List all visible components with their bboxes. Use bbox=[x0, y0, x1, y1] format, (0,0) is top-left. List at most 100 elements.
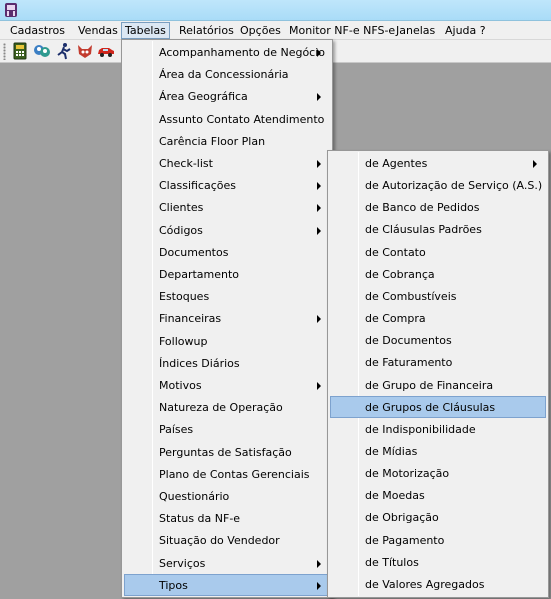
tipos-item-de-clausulas-padroes[interactable]: de Cláusulas Padrões bbox=[330, 218, 546, 240]
tabelas-item-financeiras[interactable]: Financeiras bbox=[124, 307, 330, 329]
tabelas-item-area-da-concessionaria[interactable]: Área da Concessionária bbox=[124, 63, 330, 85]
tabelas-item-paises[interactable]: Países bbox=[124, 418, 330, 440]
tipos-item-de-faturamento[interactable]: de Faturamento bbox=[330, 351, 546, 373]
tabelas-item-documentos[interactable]: Documentos bbox=[124, 241, 330, 263]
tabelas-item-followup[interactable]: Followup bbox=[124, 330, 330, 352]
menu-item-label: Documentos bbox=[159, 245, 229, 259]
tipos-item-de-moedas[interactable]: de Moedas bbox=[330, 484, 546, 506]
menu-item-label: Área Geográfica bbox=[159, 90, 248, 104]
tipos-item-de-titulos[interactable]: de Títulos bbox=[330, 551, 546, 573]
menu-item-label: Serviços bbox=[159, 556, 206, 570]
submenu-arrow-icon bbox=[317, 49, 321, 57]
tipos-item-de-grupo-de-financeira[interactable]: de Grupo de Financeira bbox=[330, 374, 546, 396]
tabelas-item-check-list[interactable]: Check-list bbox=[124, 152, 330, 174]
menu-item-label: Financeiras bbox=[159, 312, 222, 326]
submenu-arrow-icon bbox=[317, 160, 321, 168]
tabelas-item-natureza-de-operacao[interactable]: Natureza de Operação bbox=[124, 396, 330, 418]
tabelas-item-motivos[interactable]: Motivos bbox=[124, 374, 330, 396]
menu-item-label: de Faturamento bbox=[365, 356, 453, 370]
menu-item-label: de Combustíveis bbox=[365, 289, 457, 303]
toolbar-grip[interactable] bbox=[3, 43, 6, 60]
menu-item-label: de Autorização de Serviço (A.S.) bbox=[365, 179, 543, 193]
tipos-item-de-grupos-de-clausulas[interactable]: de Grupos de Cláusulas bbox=[330, 395, 546, 418]
menu-item-label: Códigos bbox=[159, 223, 203, 237]
tabelas-item-assunto-contato-atendimento[interactable]: Assunto Contato Atendimento bbox=[124, 108, 330, 130]
submenu-arrow-icon bbox=[317, 93, 321, 102]
tabelas-item-clientes[interactable]: Clientes bbox=[124, 196, 330, 218]
tipos-item-de-combustiveis[interactable]: de Combustíveis bbox=[330, 285, 546, 307]
tipos-item-de-obrigacao[interactable]: de Obrigação bbox=[330, 506, 546, 528]
menu-item-label: Followup bbox=[159, 334, 208, 348]
tabelas-item-classificacoes[interactable]: Classificações bbox=[124, 174, 330, 196]
menu-item-label: de Cláusulas Padrões bbox=[365, 223, 482, 237]
menu-item-label: Estoques bbox=[159, 290, 210, 304]
menu-item-label: de Moedas bbox=[365, 489, 425, 503]
submenu-arrow-icon bbox=[317, 204, 321, 213]
tipos-item-de-pagamento[interactable]: de Pagamento bbox=[330, 529, 546, 551]
running-man-icon[interactable] bbox=[55, 42, 73, 60]
tabelas-item-acompanhamento-de-negocio[interactable]: Acompanhamento de Negócio bbox=[124, 41, 330, 63]
menu-vendas[interactable]: Vendas bbox=[74, 22, 122, 39]
tabelas-item-departamento[interactable]: Departamento bbox=[124, 263, 330, 285]
menu-item-label: Área da Concessionária bbox=[159, 68, 289, 82]
menu-relatorios[interactable]: Relatórios bbox=[175, 22, 238, 39]
mascot-icon[interactable] bbox=[76, 42, 94, 60]
tabelas-item-plano-de-contas-gerenciais[interactable]: Plano de Contas Gerenciais bbox=[124, 463, 330, 485]
tabelas-item-area-geografica[interactable]: Área Geográfica bbox=[124, 85, 330, 107]
menu-opcoes[interactable]: Opções bbox=[236, 22, 285, 39]
menu-item-label: de Grupos de Cláusulas bbox=[365, 400, 496, 414]
tipos-item-de-autorizacao-de-servico-a-s[interactable]: de Autorização de Serviço (A.S.) bbox=[330, 174, 546, 196]
menu-item-label: Índices Diários bbox=[159, 356, 240, 370]
tabelas-item-questionario[interactable]: Questionário bbox=[124, 485, 330, 507]
tabelas-item-tipos[interactable]: Tipos bbox=[124, 573, 330, 596]
menu-item-label: Assunto Contato Atendimento bbox=[159, 112, 325, 126]
menu-item-label: Questionário bbox=[159, 490, 230, 503]
tipos-item-de-valores-agregados[interactable]: de Valores Agregados bbox=[330, 573, 546, 595]
tipos-item-de-compra[interactable]: de Compra bbox=[330, 307, 546, 329]
app-icon[interactable] bbox=[4, 2, 18, 18]
calculator-icon[interactable] bbox=[11, 42, 29, 60]
tipos-item-de-indisponibilidade[interactable]: de Indisponibilidade bbox=[330, 418, 546, 440]
tipos-item-de-midias[interactable]: de Mídias bbox=[330, 440, 546, 462]
menu-item-label: de Motorização bbox=[365, 467, 450, 481]
menu-item-label: Clientes bbox=[159, 201, 204, 215]
tabelas-item-carencia-floor-plan[interactable]: Carência Floor Plan bbox=[124, 130, 330, 152]
tipos-item-de-agentes[interactable]: de Agentes bbox=[330, 152, 546, 174]
menu-monitor-nfe[interactable]: Monitor NF-e NFS-e bbox=[285, 22, 399, 39]
menu-item-label: de Títulos bbox=[365, 555, 419, 569]
menu-item-label: Tipos bbox=[159, 578, 188, 592]
tipos-item-de-cobranca[interactable]: de Cobrança bbox=[330, 263, 546, 285]
menu-ajuda[interactable]: Ajuda ? bbox=[441, 22, 490, 39]
tabelas-item-servicos[interactable]: Serviços bbox=[124, 552, 330, 574]
people-chat-icon[interactable] bbox=[33, 42, 51, 60]
menu-item-label: Departamento bbox=[159, 268, 240, 281]
menu-item-label: Acompanhamento de Negócio bbox=[159, 46, 326, 59]
menu-item-label: Plano de Contas Gerenciais bbox=[159, 467, 310, 481]
submenu-arrow-icon bbox=[317, 382, 321, 390]
menu-item-label: de Compra bbox=[365, 312, 426, 326]
tabelas-item-estoques[interactable]: Estoques bbox=[124, 285, 330, 307]
tipos-item-de-contato[interactable]: de Contato bbox=[330, 241, 546, 263]
tabelas-item-codigos[interactable]: Códigos bbox=[124, 219, 330, 241]
menu-item-label: Status da NF-e bbox=[159, 512, 241, 526]
tipos-item-de-motorizacao[interactable]: de Motorização bbox=[330, 462, 546, 484]
red-car-icon[interactable] bbox=[97, 42, 115, 60]
submenu-arrow-icon bbox=[317, 581, 321, 590]
menu-janelas[interactable]: Janelas bbox=[392, 22, 439, 39]
tipos-item-de-banco-de-pedidos[interactable]: de Banco de Pedidos bbox=[330, 196, 546, 218]
menu-item-label: Países bbox=[159, 423, 194, 437]
tabelas-item-perguntas-de-satisfacao[interactable]: Perguntas de Satisfação bbox=[124, 441, 330, 463]
menu-item-label: de Valores Agregados bbox=[365, 577, 485, 591]
menu-item-label: de Obrigação bbox=[365, 511, 439, 525]
menu-tabelas[interactable]: Tabelas bbox=[121, 22, 170, 39]
menu-cadastros[interactable]: Cadastros bbox=[6, 22, 69, 39]
submenu-arrow-icon bbox=[533, 160, 537, 168]
tabelas-item-situacao-do-vendedor[interactable]: Situação do Vendedor bbox=[124, 529, 330, 551]
menu-item-label: de Cobrança bbox=[365, 267, 435, 281]
tipos-item-de-documentos[interactable]: de Documentos bbox=[330, 329, 546, 351]
menu-item-label: de Agentes bbox=[365, 157, 428, 170]
tabelas-item-status-da-nf-e[interactable]: Status da NF-e bbox=[124, 507, 330, 529]
tabelas-item-indices-diarios[interactable]: Índices Diários bbox=[124, 352, 330, 374]
menu-item-label: Carência Floor Plan bbox=[159, 134, 266, 148]
menu-item-label: de Contato bbox=[365, 245, 426, 259]
